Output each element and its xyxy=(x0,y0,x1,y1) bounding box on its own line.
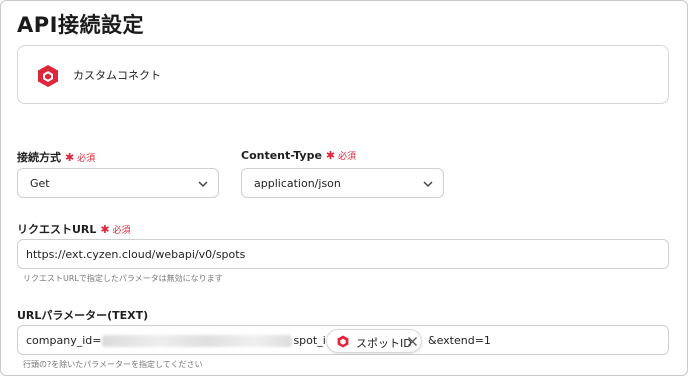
url-params-text: company_id= spot_id= xyxy=(26,334,342,347)
url-params-input[interactable]: company_id= spot_id= スポットID &extend=1 xyxy=(17,325,669,355)
chip-label: スポットID xyxy=(356,337,412,350)
required-badge: ✱ 必須 xyxy=(325,149,357,162)
required-badge: ✱ 必須 xyxy=(65,151,96,164)
page-title: API接続設定 xyxy=(17,13,144,37)
connection-method-value: Get xyxy=(30,177,50,190)
request-url-label-text: リクエストURL xyxy=(17,223,97,236)
close-icon[interactable] xyxy=(407,336,418,347)
connection-method-label: 接続方式 ✱ 必須 xyxy=(17,149,95,165)
connector-name: カスタムコネクト xyxy=(73,69,161,82)
connector-logo-icon xyxy=(337,335,349,348)
connector-logo-icon xyxy=(38,65,58,87)
chevron-down-icon xyxy=(423,181,433,188)
chevron-down-icon xyxy=(198,181,208,188)
spot-id-chip[interactable]: スポットID xyxy=(326,329,422,353)
url-params-hint: 行頭の?を除いたパラメーターを指定してください xyxy=(23,360,203,369)
url-params-label: URLパラメーター(TEXT) xyxy=(17,309,149,322)
connection-method-label-text: 接続方式 xyxy=(17,151,61,164)
content-type-label-text: Content-Type xyxy=(241,149,322,162)
connection-method-select[interactable]: Get xyxy=(17,168,219,198)
content-type-value: application/json xyxy=(254,177,341,190)
param-extend: &extend=1 xyxy=(428,334,491,347)
content-type-select[interactable]: application/json xyxy=(241,168,444,198)
content-type-label: Content-Type ✱ 必須 xyxy=(241,149,356,162)
required-text: 必須 xyxy=(77,154,96,164)
request-url-value: https://ext.cyzen.cloud/webapi/v0/spots xyxy=(26,248,246,261)
required-text: 必須 xyxy=(112,226,131,236)
connector-card: カスタムコネクト xyxy=(17,45,669,104)
redacted-value xyxy=(102,335,293,347)
param-company-id: company_id= xyxy=(26,334,102,347)
request-url-input[interactable]: https://ext.cyzen.cloud/webapi/v0/spots xyxy=(17,239,669,269)
request-url-hint: リクエストURLで指定したパラメータは無効になります xyxy=(23,274,223,283)
api-settings-panel: API接続設定 カスタムコネクト 接続方式 ✱ 必須 Get Content-Ty… xyxy=(0,0,688,376)
required-text: 必須 xyxy=(338,152,357,162)
required-badge: ✱ 必須 xyxy=(100,223,131,236)
request-url-label: リクエストURL ✱ 必須 xyxy=(17,221,131,237)
